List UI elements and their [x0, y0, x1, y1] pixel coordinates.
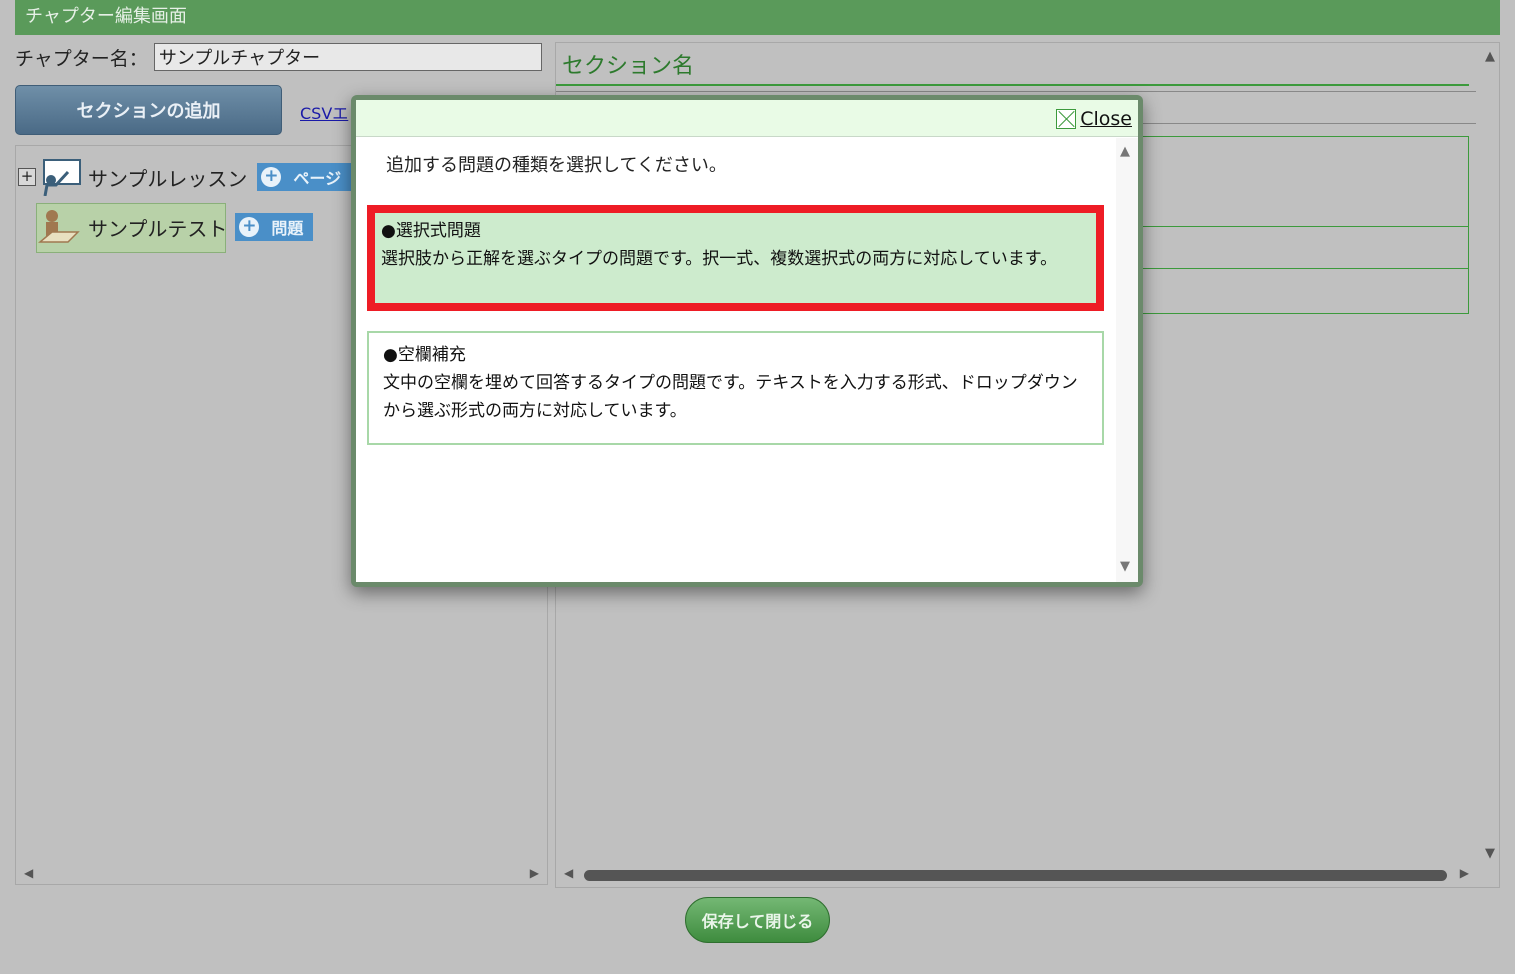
expand-icon[interactable]: + [18, 168, 36, 186]
chapter-name-input[interactable] [153, 43, 542, 71]
dialog-header: Close [356, 100, 1138, 137]
scroll-right-arrow-icon[interactable]: ▶ [1460, 866, 1469, 880]
window-title-bar: チャプター編集画面 [15, 0, 1500, 35]
section-table [1116, 136, 1469, 314]
dialog-content: Close 追加する問題の種類を選択してください。 ●選択式問題 選択肢から正解… [356, 100, 1138, 582]
scroll-up-arrow-icon[interactable]: ▲ [1485, 49, 1495, 64]
option-fill-in-blank[interactable]: ●空欄補充 文中の空欄を埋めて回答するタイプの問題です。テキストを入力する形式、… [367, 331, 1104, 445]
question-type-dialog: Close 追加する問題の種類を選択してください。 ●選択式問題 選択肢から正解… [351, 95, 1143, 587]
save-and-close-button[interactable]: 保存して閉じる [685, 897, 830, 943]
test-label[interactable]: サンプルテスト [88, 213, 227, 242]
lesson-icon [40, 158, 82, 197]
close-button[interactable]: Close [1056, 108, 1132, 130]
plus-icon: + [239, 217, 260, 237]
table-row-border [1117, 226, 1468, 227]
tree-row-test[interactable]: サンプルテスト + 問題 [37, 208, 314, 246]
scroll-down-arrow-icon[interactable]: ▼ [1485, 846, 1495, 861]
dialog-body: 追加する問題の種類を選択してください。 ●選択式問題 選択肢から正解を選ぶタイプ… [356, 138, 1120, 582]
scroll-up-arrow-icon[interactable]: ▲ [1120, 144, 1130, 159]
tree-row-lesson[interactable]: + サンプルレッスン + ページ [18, 158, 352, 197]
option-description: 選択肢から正解を選ぶタイプの問題です。択一式、複数選択式の両方に対応しています。 [381, 249, 1058, 269]
close-icon[interactable] [1056, 109, 1077, 129]
section-divider [556, 84, 1469, 86]
horizontal-scrollbar[interactable]: ◀ ▶ [564, 865, 1469, 885]
scroll-down-arrow-icon[interactable]: ▼ [1120, 559, 1130, 574]
add-question-button[interactable]: + 問題 [235, 213, 314, 241]
add-page-button[interactable]: + ページ [257, 163, 352, 191]
option-title: ●選択式問題 [381, 221, 481, 241]
dialog-prompt: 追加する問題の種類を選択してください。 [386, 155, 727, 176]
scroll-left-arrow-icon[interactable]: ◀ [24, 866, 33, 880]
option-title: ●空欄補充 [383, 345, 466, 365]
add-page-label: ページ [293, 169, 342, 188]
lesson-label[interactable]: サンプルレッスン [88, 163, 247, 192]
chapter-name-label: チャプター名： [15, 47, 148, 70]
section-heading: セクション名 [562, 54, 695, 79]
scroll-right-arrow-icon[interactable]: ▶ [530, 866, 539, 880]
chapter-name-row: チャプター名： [15, 42, 542, 72]
csv-export-link[interactable]: CSVエ [300, 100, 348, 124]
close-label[interactable]: Close [1080, 108, 1132, 130]
plus-icon: + [261, 167, 282, 187]
option-multiple-choice[interactable]: ●選択式問題 選択肢から正解を選ぶタイプの問題です。択一式、複数選択式の両方に対… [367, 205, 1104, 311]
add-section-button[interactable]: セクションの追加 [15, 85, 282, 135]
option-description: 文中の空欄を埋めて回答するタイプの問題です。テキストを入力する形式、ドロップダウ… [383, 373, 1078, 421]
divider [556, 91, 1476, 92]
window-title: チャプター編集画面 [25, 6, 187, 27]
dialog-scrollbar[interactable]: ▲ ▼ [1116, 138, 1138, 582]
scroll-left-arrow-icon[interactable]: ◀ [564, 866, 573, 880]
scrollbar-thumb[interactable] [584, 870, 1447, 881]
table-row-border [1117, 268, 1468, 269]
test-icon [37, 208, 82, 246]
add-question-label: 問題 [271, 219, 304, 238]
